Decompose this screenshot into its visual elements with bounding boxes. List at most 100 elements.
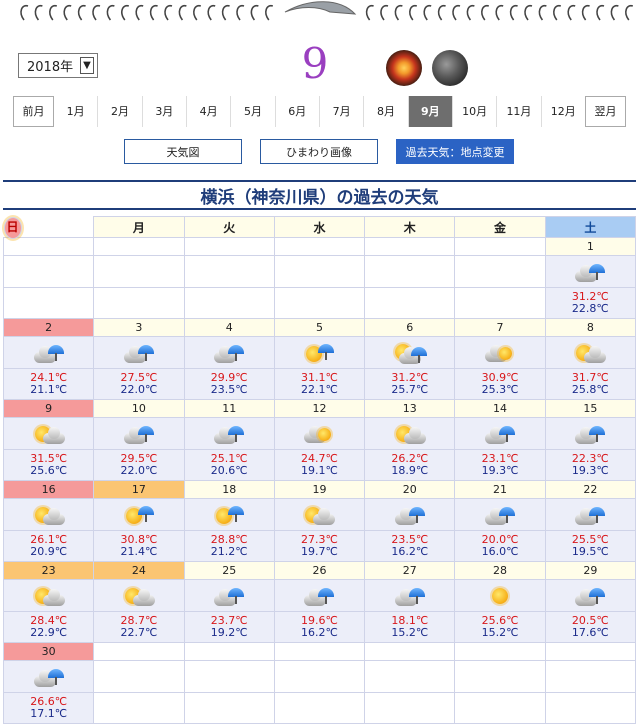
month-tab-12[interactable]: 12月 — [542, 96, 585, 127]
month-tab-10[interactable]: 10月 — [453, 95, 498, 127]
day-number[interactable]: 13 — [364, 399, 456, 418]
day-weather-cell — [2, 336, 95, 369]
day-number[interactable]: 23 — [2, 561, 95, 580]
week-weather-row — [2, 336, 637, 369]
week-weather-row — [2, 579, 637, 612]
day-number[interactable]: 9 — [2, 399, 95, 418]
day-number[interactable]: 20 — [364, 480, 456, 499]
month-tab-1[interactable]: 1月 — [54, 95, 99, 127]
month-tab-11[interactable]: 11月 — [497, 95, 542, 127]
day-weather-cell — [454, 498, 546, 531]
empty-cell — [273, 642, 366, 661]
day-number[interactable]: 8 — [544, 318, 637, 337]
day-number[interactable]: 4 — [183, 318, 275, 337]
day-number[interactable]: 22 — [544, 480, 637, 499]
day-weather-cell — [2, 660, 95, 693]
day-number[interactable]: 6 — [364, 318, 456, 337]
day-number[interactable]: 27 — [364, 561, 456, 580]
empty-cell — [364, 287, 456, 319]
low-temperature: 15.2℃ — [481, 626, 519, 639]
day-weather-cell — [364, 417, 456, 450]
change-location-button[interactable]: 過去天気：地点変更 — [396, 139, 514, 164]
cloud-rain-icon — [573, 260, 607, 284]
low-temperature: 21.4℃ — [120, 545, 158, 558]
year-select[interactable]: 2018年 ▼ — [18, 53, 98, 78]
day-temperature-cell: 31.2℃ 22.8℃ — [544, 287, 637, 319]
day-weather-cell — [183, 336, 275, 369]
day-weather-cell — [273, 336, 366, 369]
day-number[interactable]: 12 — [273, 399, 366, 418]
day-number[interactable]: 18 — [183, 480, 275, 499]
day-temperature-cell: 24.1℃ 21.1℃ — [2, 368, 95, 400]
low-temperature: 25.8℃ — [571, 383, 609, 396]
low-temperature: 19.1℃ — [301, 464, 338, 477]
day-temperature-cell: 31.2℃ 25.7℃ — [364, 368, 456, 400]
weather-calendar: 日月火水木金土 1 31.2℃ 22.8℃ 2 3 4 5 6 7 8 24.1℃ 21.1℃ 27.5… — [2, 216, 637, 724]
week-day-number-row: 23 24 25 26 27 28 29 — [2, 561, 637, 580]
himawari-image-button[interactable]: ひまわり画像 — [260, 139, 378, 164]
day-number[interactable]: 29 — [544, 561, 637, 580]
prev-month-button[interactable]: 前月 — [13, 95, 54, 127]
day-number[interactable]: 1 — [544, 237, 637, 256]
day-number[interactable]: 2 — [2, 318, 95, 337]
low-temperature: 22.8℃ — [571, 302, 609, 315]
day-weather-cell — [544, 336, 637, 369]
weekday-header: 金 — [454, 216, 546, 238]
empty-cell — [273, 237, 366, 256]
month-tab-6[interactable]: 6月 — [276, 95, 320, 127]
month-tab-8[interactable]: 8月 — [364, 95, 409, 127]
day-number[interactable]: 28 — [454, 561, 546, 580]
week-day-number-row: 1 — [2, 237, 637, 256]
day-number[interactable]: 30 — [2, 642, 95, 661]
empty-cell — [93, 660, 185, 693]
day-weather-cell — [183, 417, 275, 450]
day-number[interactable]: 15 — [544, 399, 637, 418]
day-number[interactable]: 24 — [93, 561, 185, 580]
day-number[interactable]: 3 — [93, 318, 185, 337]
current-month-number: 9 — [301, 39, 329, 88]
day-weather-cell — [544, 417, 637, 450]
low-temperature: 23.5℃ — [210, 383, 248, 396]
month-tab-5[interactable]: 5月 — [231, 95, 276, 127]
cloud-rain-icon — [573, 584, 607, 608]
weather-map-button[interactable]: 天気図 — [124, 139, 242, 164]
day-number[interactable]: 14 — [454, 399, 546, 418]
day-number[interactable]: 21 — [454, 480, 546, 499]
empty-cell — [364, 692, 456, 724]
day-number[interactable]: 11 — [183, 399, 275, 418]
day-number[interactable]: 25 — [183, 561, 275, 580]
sun-cloud-icon — [32, 422, 66, 446]
low-temperature: 18.9℃ — [391, 464, 429, 477]
month-tab-7[interactable]: 7月 — [320, 95, 365, 127]
month-tabs: 1月 2月 3月 4月 5月 6月 7月 8月 9月 10月 11月 12月 — [54, 95, 585, 127]
day-number[interactable]: 19 — [273, 480, 366, 499]
sun-cloud-icon — [32, 503, 66, 527]
day-number[interactable]: 7 — [454, 318, 546, 337]
low-temperature: 16.2℃ — [391, 545, 429, 558]
month-navigation: 前月 1月 2月 3月 4月 5月 6月 7月 8月 9月 10月 11月 12月 翌月 — [13, 95, 626, 127]
empty-cell — [93, 237, 185, 256]
month-tab-2[interactable]: 2月 — [98, 95, 143, 127]
empty-cell — [273, 692, 366, 724]
low-temperature: 21.2℃ — [210, 545, 248, 558]
weekday-header: 月 — [93, 216, 185, 238]
cloud-rain-icon — [302, 584, 336, 608]
day-weather-cell — [183, 579, 275, 612]
month-tab-4[interactable]: 4月 — [187, 95, 232, 127]
empty-cell — [454, 642, 546, 661]
cloud-rain-icon — [32, 341, 66, 365]
day-number[interactable]: 26 — [273, 561, 366, 580]
day-number[interactable]: 10 — [93, 399, 185, 418]
day-number[interactable]: 17 — [93, 480, 185, 499]
chevron-down-icon[interactable]: ▼ — [80, 57, 94, 74]
day-number[interactable]: 16 — [2, 480, 95, 499]
day-weather-cell — [454, 417, 546, 450]
day-temperature-cell: 23.1℃ 19.3℃ — [454, 449, 546, 481]
month-tab-3[interactable]: 3月 — [143, 95, 187, 127]
day-temperature-cell: 25.1℃ 20.6℃ — [183, 449, 275, 481]
month-tab-9[interactable]: 9月 — [408, 95, 453, 127]
next-month-button[interactable]: 翌月 — [585, 95, 626, 127]
cloud-rain-icon — [573, 503, 607, 527]
day-number[interactable]: 5 — [273, 318, 366, 337]
cloud-rain-icon — [573, 422, 607, 446]
